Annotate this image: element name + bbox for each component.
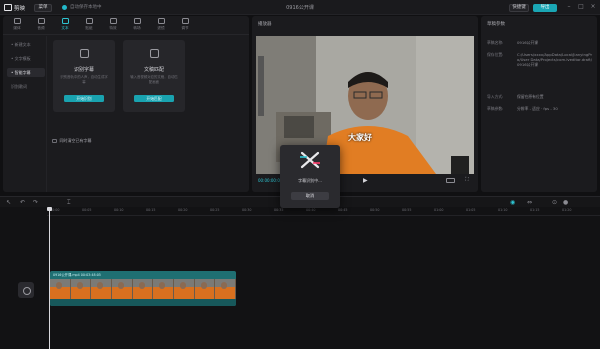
tab-effect[interactable]: 特效 [102, 18, 124, 34]
ruler-tick-label: 00:45 [338, 208, 348, 212]
text-icon [61, 18, 69, 24]
draft-properties-panel: 草稿参数 草稿名称: 0916公开课 保存位置: C:/Users/xxxx/App… [481, 16, 597, 192]
ruler-tick-label: 00:25 [210, 208, 220, 212]
ruler-tick-label: 00:15 [146, 208, 156, 212]
ruler-tick-label: 01:05 [466, 208, 476, 212]
clip-thumbnail [70, 279, 92, 299]
sidebar-item-lyrics[interactable]: 识别歌词 [7, 82, 45, 91]
fullscreen-icon[interactable]: ⛶ [465, 177, 469, 184]
undo-icon[interactable]: ↶ [20, 199, 25, 206]
props-title: 草稿参数 [487, 22, 505, 27]
subtitle-icon [80, 49, 89, 58]
zoom-icon[interactable]: ⊙ [552, 199, 557, 206]
ruler-tick-label: 00:35 [274, 208, 284, 212]
tab-transition[interactable]: 转场 [126, 18, 148, 34]
zoom-slider[interactable]: ● [563, 199, 568, 206]
clip-thumbnail [174, 279, 195, 299]
play-icon[interactable]: ▶ [363, 177, 368, 184]
clip-thumbnail [91, 279, 113, 299]
player-title: 播放器 [258, 22, 272, 27]
effect-icon [109, 18, 117, 24]
start-recognize-button[interactable]: 开始识别 [64, 95, 104, 102]
tab-media[interactable]: 媒体 [6, 18, 28, 34]
maximize-icon[interactable]: □ [577, 3, 585, 11]
document-icon [150, 49, 159, 58]
title-bar: 剪映 菜单 自动保存本地中 0916公开课 快捷键 导出 – □ × [0, 0, 600, 15]
jianying-logo-icon [300, 151, 320, 169]
script-match-card: 文稿匹配 输入音视频对应的文稿，自动匹配画面 开始匹配 [123, 40, 185, 112]
clip-thumbnail [153, 279, 175, 299]
audio-waveform [50, 299, 236, 306]
tab-text[interactable]: 文本 [54, 18, 76, 34]
sidebar-item-new-text[interactable]: • 新建文本 [7, 40, 45, 49]
clip-thumbnail [194, 279, 216, 299]
split-icon[interactable]: ⌶ [67, 199, 71, 207]
redo-icon[interactable]: ↷ [33, 199, 38, 206]
sticker-icon [85, 18, 93, 24]
select-cursor-icon[interactable]: ↖ [6, 199, 11, 206]
ruler-tick-label: 00:55 [402, 208, 412, 212]
filter-icon [157, 18, 165, 24]
magnet-icon[interactable]: ◉ [510, 199, 515, 206]
start-match-button[interactable]: 开始匹配 [134, 95, 174, 102]
ruler-tick-label: 00:30 [242, 208, 252, 212]
minimize-icon[interactable]: – [565, 3, 573, 11]
ruler-tick-label: 01:10 [498, 208, 508, 212]
ruler-tick-label: 01:00 [434, 208, 444, 212]
sidebar-item-text-template[interactable]: • 文字模板 [7, 54, 45, 63]
aspect-ratio-icon[interactable] [446, 178, 455, 183]
close-icon[interactable]: × [589, 3, 597, 11]
time-ruler: 00:00 00:05 00:10 00:15 00:20 00:25 00:30 00:35… [47, 207, 600, 216]
subtitle-text: 大家好 [348, 133, 372, 142]
transition-icon [133, 18, 141, 24]
tab-sticker[interactable]: 贴纸 [78, 18, 100, 34]
clip-thumbnails [50, 279, 236, 299]
cover-icon[interactable] [18, 282, 34, 298]
recognizing-status: 字幕识别中... [298, 178, 322, 183]
export-button[interactable]: 导出 [533, 3, 557, 12]
audio-icon [37, 18, 45, 24]
recognize-subtitle-card: 识别字幕 识别音轨中的人声，自动生成字幕 开始识别 [53, 40, 115, 112]
clip-thumbnail [215, 279, 236, 299]
video-clip[interactable]: 0916公开课.mp4 00:03:48:05 [50, 271, 236, 306]
recognizing-dialog: 字幕识别中... 取消 [280, 145, 340, 208]
clip-label: 0916公开课.mp4 00:03:48:05 [53, 273, 101, 277]
checkbox-icon[interactable] [52, 138, 57, 144]
adjust-icon [181, 18, 189, 24]
clip-thumbnail [50, 279, 71, 299]
shortcut-button[interactable]: 快捷键 [509, 3, 529, 12]
ruler-tick-label: 01:15 [530, 208, 540, 212]
timeline: 00:00 00:05 00:10 00:15 00:20 00:25 00:30 00:35… [0, 207, 600, 349]
link-icon[interactable]: ⇔ [527, 199, 532, 206]
tab-audio[interactable]: 音频 [30, 18, 52, 34]
clip-thumbnail [112, 279, 133, 299]
cancel-button[interactable]: 取消 [291, 192, 329, 200]
playhead[interactable] [47, 207, 52, 349]
ruler-tick-label: 00:50 [370, 208, 380, 212]
clip-thumbnail [132, 279, 154, 299]
ruler-tick-label: 00:10 [114, 208, 124, 212]
ruler-tick-label: 00:05 [82, 208, 92, 212]
media-icon [13, 18, 21, 24]
ruler-tick-label: 01:20 [562, 208, 572, 212]
resource-panel: 媒体 音频 文本 贴纸 特效 转场 滤镜 调节 • 新建文本 • 文字模板 • … [3, 16, 249, 192]
tab-adjust[interactable]: 调节 [174, 18, 196, 34]
clear-subtitles-checkbox[interactable]: 同时清空已有字幕 [52, 138, 92, 144]
category-toolbar: 媒体 音频 文本 贴纸 特效 转场 滤镜 调节 [3, 16, 249, 35]
ruler-tick-label: 00:40 [306, 208, 316, 212]
ruler-tick-label: 00:20 [178, 208, 188, 212]
text-sidebar: • 新建文本 • 文字模板 • 智能字幕 识别歌词 [3, 36, 47, 192]
tab-filter[interactable]: 滤镜 [150, 18, 172, 34]
sidebar-item-smart-subtitle[interactable]: • 智能字幕 [7, 68, 45, 77]
